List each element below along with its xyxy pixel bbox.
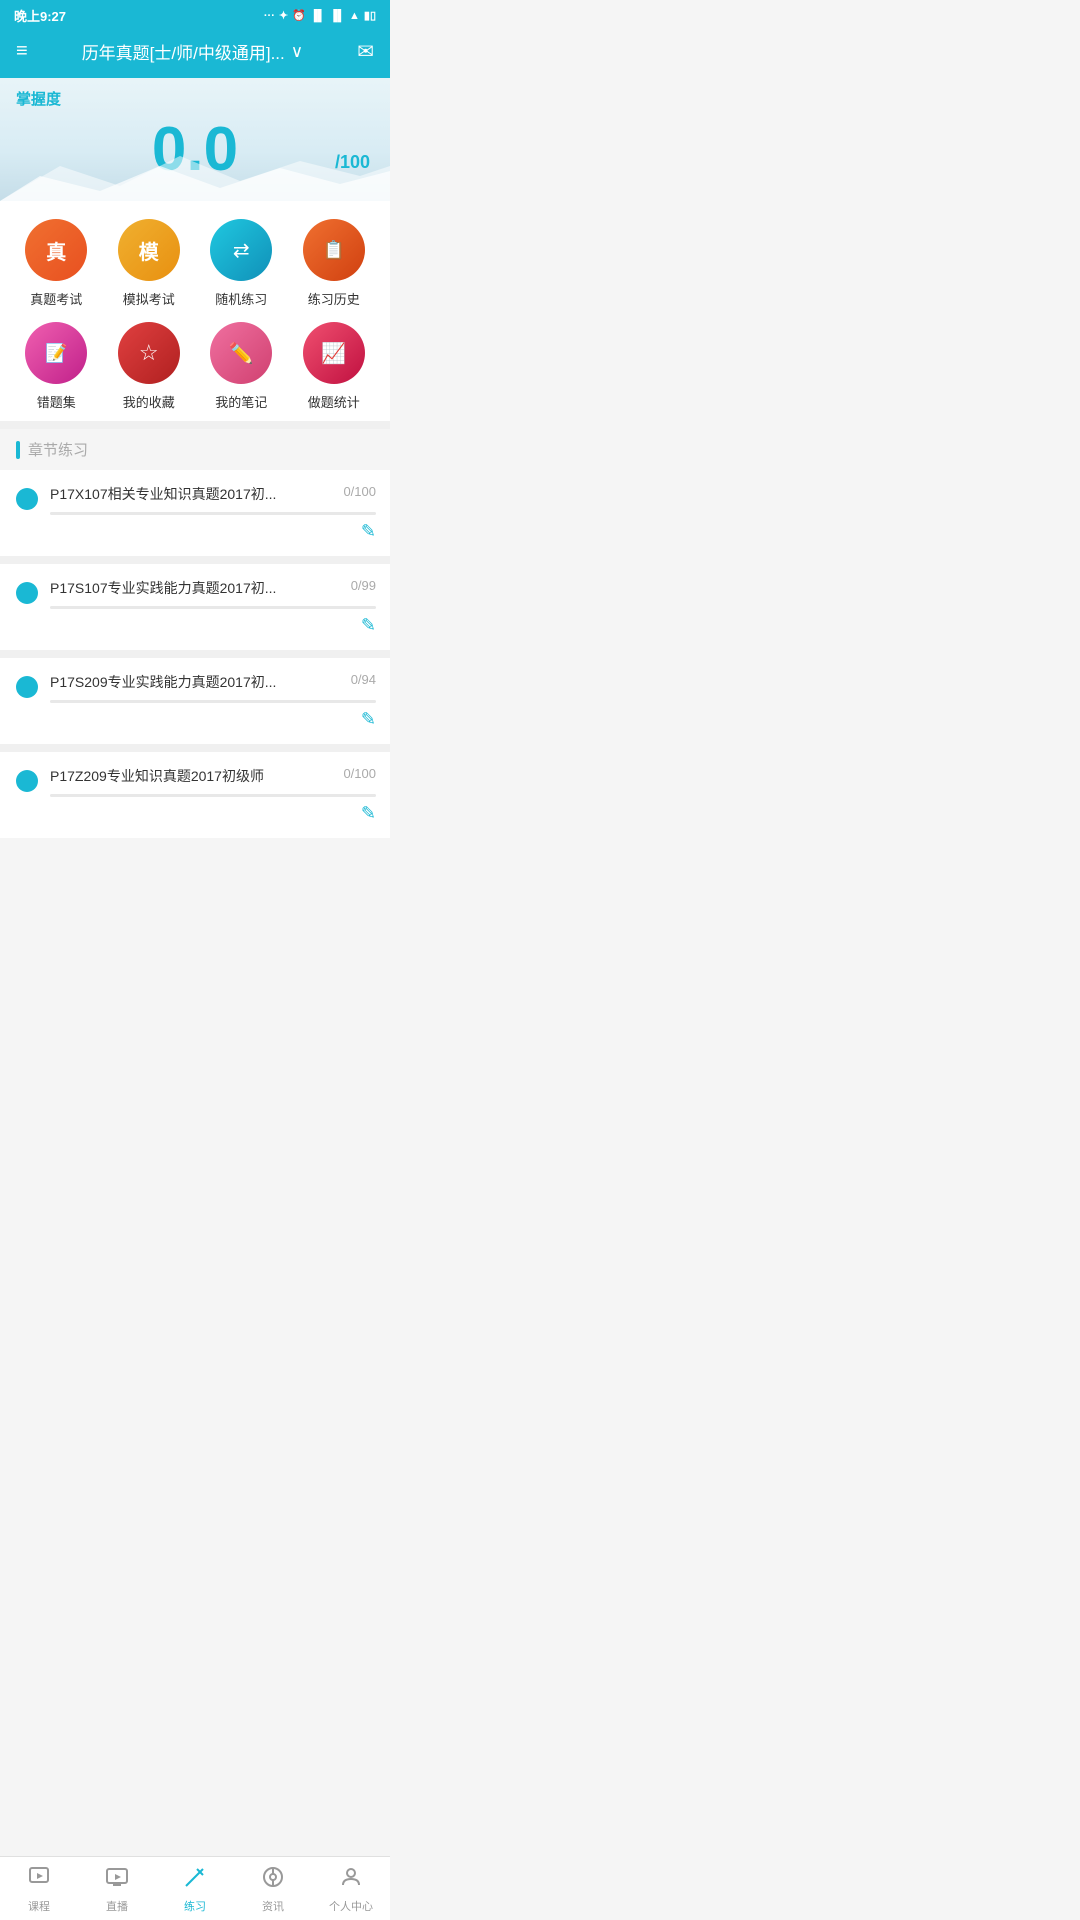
status-icons: ··· ✦ ⏰ ▐▌ ▐▌ ▲ ▮▯	[264, 9, 376, 22]
bottom-nav: 课程 直播 练习 资讯	[0, 1856, 390, 1920]
score-section: 掌握度 0.0 /100	[0, 78, 390, 201]
chapter-section-header: 章节练习	[0, 429, 390, 470]
nav-label-course: 课程	[28, 1898, 50, 1914]
mail-icon[interactable]: ✉	[357, 39, 374, 64]
func-item-tongji[interactable]: 📈 做题统计	[288, 322, 381, 411]
menu-icon[interactable]: ≡	[16, 40, 28, 63]
nav-item-news[interactable]: 资讯	[243, 1865, 303, 1914]
func-circle-moni: 模	[118, 219, 180, 281]
func-circle-biji: ✏️	[210, 322, 272, 384]
func-label-shoucang: 我的收藏	[123, 392, 175, 411]
nav-item-profile[interactable]: 个人中心	[321, 1865, 381, 1914]
func-label-zheniti: 真题考试	[30, 289, 82, 308]
func-circle-shoucang: ☆	[118, 322, 180, 384]
news-icon	[261, 1865, 285, 1895]
nav-label-practice: 练习	[184, 1898, 206, 1914]
edit-icon-2[interactable]: ✎	[361, 615, 376, 636]
nav-label-live: 直播	[106, 1898, 128, 1914]
functions-grid: 真 真题考试 模 模拟考试 ⇄ 随机练习 📋 练习历史 📝	[0, 201, 390, 429]
header: ≡ 历年真题[士/师/中级通用]... ∨ ✉	[0, 29, 390, 78]
list-item-title-2: P17S107专业实践能力真题2017初...	[50, 578, 343, 598]
status-time: 晚上9:27	[14, 6, 66, 25]
func-label-lishi: 练习历史	[308, 289, 360, 308]
func-item-zheniti[interactable]: 真 真题考试	[10, 219, 103, 308]
section-bar	[16, 441, 20, 459]
list-progress-2	[50, 606, 376, 609]
list-item-count-1: 0/100	[343, 484, 376, 499]
status-bar: 晚上9:27 ··· ✦ ⏰ ▐▌ ▐▌ ▲ ▮▯	[0, 0, 390, 29]
nav-item-practice[interactable]: 练习	[165, 1865, 225, 1914]
func-circle-tongji: 📈	[303, 322, 365, 384]
list-dot	[16, 488, 38, 510]
func-item-cuoti[interactable]: 📝 错题集	[10, 322, 103, 411]
func-item-lishi[interactable]: 📋 练习历史	[288, 219, 381, 308]
func-label-moni: 模拟考试	[123, 289, 175, 308]
list-dot	[16, 770, 38, 792]
list-item-count-2: 0/99	[351, 578, 376, 593]
list-content: P17S209专业实践能力真题2017初... 0/94 ✎	[50, 672, 376, 730]
list-content: P17Z209专业知识真题2017初级师 0/100 ✎	[50, 766, 376, 824]
func-item-moni[interactable]: 模 模拟考试	[103, 219, 196, 308]
list-item[interactable]: P17S209专业实践能力真题2017初... 0/94 ✎	[0, 658, 390, 752]
header-title-text: 历年真题[士/师/中级通用]...	[82, 39, 285, 64]
func-label-cuoti: 错题集	[37, 392, 76, 411]
func-circle-cuoti: 📝	[25, 322, 87, 384]
func-item-biji[interactable]: ✏️ 我的笔记	[195, 322, 288, 411]
live-icon	[105, 1865, 129, 1895]
func-circle-zheniti: 真	[25, 219, 87, 281]
edit-icon-3[interactable]: ✎	[361, 709, 376, 730]
score-label: 掌握度	[16, 88, 374, 109]
list-item-count-3: 0/94	[351, 672, 376, 687]
header-dropdown-icon[interactable]: ∨	[291, 42, 303, 62]
list-progress-3	[50, 700, 376, 703]
list-progress-4	[50, 794, 376, 797]
mountain-decoration	[0, 146, 390, 201]
list-item-title-4: P17Z209专业知识真题2017初级师	[50, 766, 335, 786]
list-content: P17X107相关专业知识真题2017初... 0/100 ✎	[50, 484, 376, 542]
func-circle-suiji: ⇄	[210, 219, 272, 281]
list-content: P17S107专业实践能力真题2017初... 0/99 ✎	[50, 578, 376, 636]
nav-label-profile: 个人中心	[329, 1898, 373, 1914]
list-item-title-1: P17X107相关专业知识真题2017初...	[50, 484, 335, 504]
list-item[interactable]: P17S107专业实践能力真题2017初... 0/99 ✎	[0, 564, 390, 658]
func-label-biji: 我的笔记	[215, 392, 267, 411]
func-label-suiji: 随机练习	[215, 289, 267, 308]
edit-icon-1[interactable]: ✎	[361, 521, 376, 542]
list-item-title-3: P17S209专业实践能力真题2017初...	[50, 672, 343, 692]
list-item-count-4: 0/100	[343, 766, 376, 781]
list-progress-1	[50, 512, 376, 515]
list-dot	[16, 582, 38, 604]
func-item-suiji[interactable]: ⇄ 随机练习	[195, 219, 288, 308]
func-label-tongji: 做题统计	[308, 392, 360, 411]
func-circle-lishi: 📋	[303, 219, 365, 281]
header-title-group: 历年真题[士/师/中级通用]... ∨	[82, 39, 304, 64]
list-item[interactable]: P17X107相关专业知识真题2017初... 0/100 ✎	[0, 470, 390, 564]
profile-icon	[339, 1865, 363, 1895]
list-dot	[16, 676, 38, 698]
nav-item-course[interactable]: 课程	[9, 1865, 69, 1914]
course-icon	[27, 1865, 51, 1895]
nav-item-live[interactable]: 直播	[87, 1865, 147, 1914]
nav-label-news: 资讯	[262, 1898, 284, 1914]
practice-icon	[183, 1865, 207, 1895]
list-item[interactable]: P17Z209专业知识真题2017初级师 0/100 ✎	[0, 752, 390, 838]
edit-icon-4[interactable]: ✎	[361, 803, 376, 824]
section-title: 章节练习	[28, 439, 88, 460]
chapter-list: P17X107相关专业知识真题2017初... 0/100 ✎ P17S107专…	[0, 470, 390, 838]
func-item-shoucang[interactable]: ☆ 我的收藏	[103, 322, 196, 411]
